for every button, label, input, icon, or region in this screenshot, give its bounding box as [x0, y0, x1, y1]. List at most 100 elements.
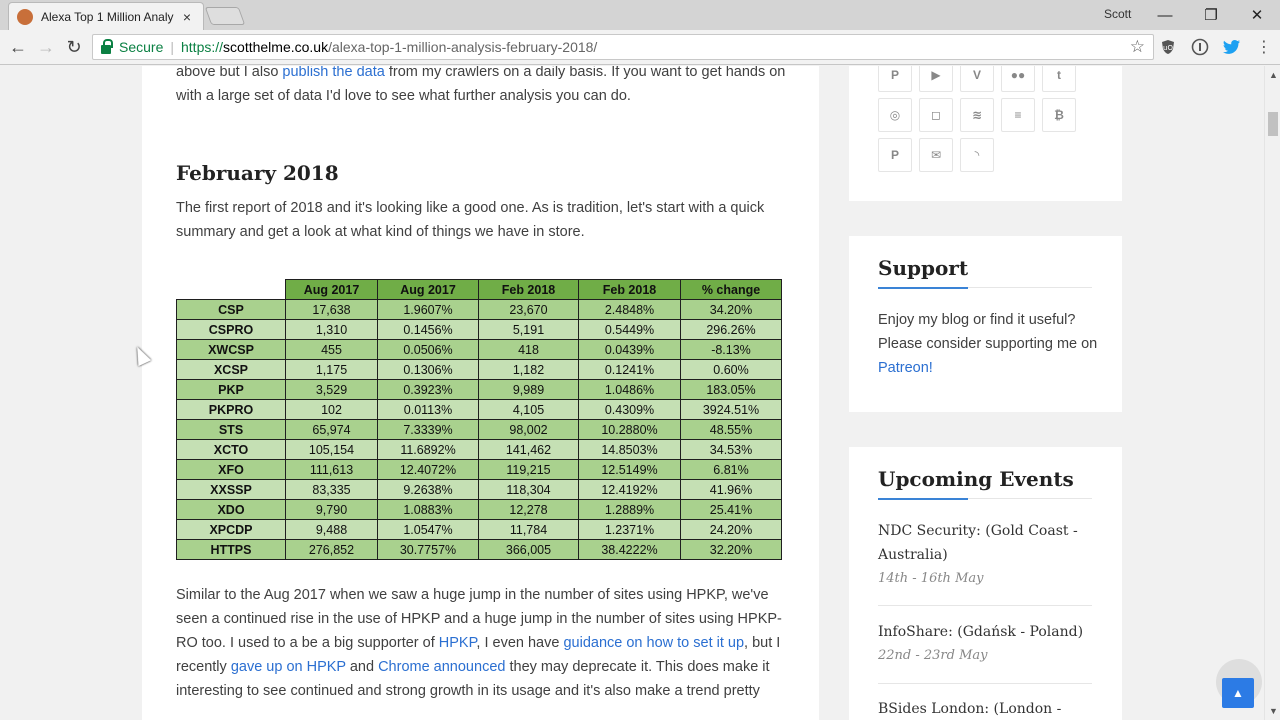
table-cell: 1.0486% [578, 379, 681, 400]
event-item[interactable]: InfoShare: (Gdańsk - Poland) 22nd - 23rd… [878, 620, 1092, 668]
column-header: Aug 2017 [285, 279, 378, 300]
twitter-extension-icon[interactable] [1222, 37, 1242, 57]
table-cell: 1,310 [285, 319, 378, 340]
table-cell: 12,278 [478, 499, 579, 520]
tab-close-icon[interactable]: × [179, 9, 195, 25]
table-cell: 7.3339% [377, 419, 479, 440]
table-cell: 141,462 [478, 439, 579, 460]
table-cell: 12.4192% [578, 479, 681, 500]
publish-data-link[interactable]: publish the data [282, 66, 384, 80]
minimize-button[interactable]: — [1142, 3, 1188, 27]
table-cell: 418 [478, 339, 579, 360]
bitcoin-icon[interactable]: ₿ [1042, 98, 1076, 132]
chrome-menu-icon[interactable]: ⋮ [1254, 37, 1274, 57]
table-cell: 1.2889% [578, 499, 681, 520]
back-to-top-button[interactable]: ▲ [1222, 678, 1254, 708]
tumblr-icon[interactable]: t [1042, 66, 1076, 92]
table-cell: 24.20% [680, 519, 782, 540]
browser-tab[interactable]: Alexa Top 1 Million Analy × [8, 2, 204, 30]
paypal-icon[interactable]: P [878, 138, 912, 172]
social-widget: P ▶ V ●● t ◎ ◻ ≋ ≡ ₿ P ✉ ◝ [849, 66, 1122, 201]
table-cell: 32.20% [680, 539, 782, 560]
ublock-extension-icon[interactable]: uO [1158, 37, 1178, 57]
patreon-link[interactable]: Patreon! [878, 360, 933, 376]
table-cell: 4,105 [478, 399, 579, 420]
address-bar[interactable]: Secure | https:// scotthelme.co.uk /alex… [92, 34, 1154, 60]
event-name: BSides London: (London - UK) [878, 701, 1062, 717]
column-header: Feb 2018 [478, 279, 579, 300]
intro-paragraph: above but I also publish the data from m… [176, 66, 786, 104]
profile-name[interactable]: Scott [1104, 7, 1131, 21]
row-label: CSPRO [176, 319, 286, 340]
gave-up-hpkp-link[interactable]: gave up on HPKP [231, 659, 346, 675]
column-header: % change [680, 279, 782, 300]
page-scrollbar[interactable]: ▲ ▼ [1264, 66, 1280, 720]
table-cell: 276,852 [285, 539, 378, 560]
close-window-button[interactable]: ✕ [1234, 3, 1280, 27]
table-row: PKP 3,529 0.3923% 9,989 1.0486% 183.05% [176, 379, 782, 400]
table-cell: 65,974 [285, 419, 378, 440]
support-text: Enjoy my blog or find it useful? Please … [878, 312, 1098, 376]
table-row: XWCSP 455 0.0506% 418 0.0439% -8.13% [176, 339, 782, 360]
table-row: PKPRO 102 0.0113% 4,105 0.4309% 3924.51% [176, 399, 782, 420]
section-heading: February 2018 [176, 161, 339, 185]
table-cell: 10.2880% [578, 419, 681, 440]
scroll-down-arrow-icon[interactable]: ▼ [1269, 706, 1278, 716]
github-icon[interactable]: ◎ [878, 98, 912, 132]
table-row: XPCDP 9,488 1.0547% 11,784 1.2371% 24.20% [176, 519, 782, 540]
email-icon[interactable]: ✉ [919, 138, 953, 172]
table-row: STS 65,974 7.3339% 98,002 10.2880% 48.55% [176, 419, 782, 440]
scroll-thumb[interactable] [1268, 112, 1278, 136]
pinterest-icon[interactable]: P [878, 66, 912, 92]
youtube-icon[interactable]: ▶ [919, 66, 953, 92]
reload-button[interactable]: ↻ [62, 36, 86, 58]
table-cell: 30.7757% [377, 539, 479, 560]
hpkp-guidance-link[interactable]: guidance on how to set it up [563, 635, 744, 651]
table-cell: 14.8503% [578, 439, 681, 460]
hpkp-link[interactable]: HPKP [439, 635, 477, 651]
table-cell: 111,613 [285, 459, 378, 480]
table-cell: 0.5449% [578, 319, 681, 340]
table-cell: 48.55% [680, 419, 782, 440]
password-manager-extension-icon[interactable] [1190, 37, 1210, 57]
events-widget: Upcoming Events NDC Security: (Gold Coas… [849, 447, 1122, 720]
restore-button[interactable]: ❐ [1188, 3, 1234, 27]
table-corner [176, 279, 286, 300]
instagram-icon[interactable]: ◻ [919, 98, 953, 132]
table-cell: -8.13% [680, 339, 782, 360]
row-label: CSP [176, 299, 286, 320]
row-label: XCTO [176, 439, 286, 460]
event-name: InfoShare: (Gdańsk - Poland) [878, 624, 1084, 640]
table-cell: 0.4309% [578, 399, 681, 420]
bookmark-star-icon[interactable]: ☆ [1130, 37, 1145, 57]
table-cell: 0.1456% [377, 319, 479, 340]
stackexchange-icon[interactable]: ≡ [1001, 98, 1035, 132]
vimeo-icon[interactable]: V [960, 66, 994, 92]
flickr-icon[interactable]: ●● [1001, 66, 1035, 92]
svg-text:uO: uO [1163, 44, 1173, 52]
row-label: XFO [176, 459, 286, 480]
chrome-announced-link[interactable]: Chrome announced [378, 659, 505, 675]
table-cell: 23,670 [478, 299, 579, 320]
event-item[interactable]: NDC Security: (Gold Coast - Australia) 1… [878, 519, 1092, 591]
forward-button[interactable]: → [34, 36, 58, 58]
table-cell: 6.81% [680, 459, 782, 480]
table-cell: 11.6892% [377, 439, 479, 460]
event-date: 22nd - 23rd May [878, 648, 988, 663]
table-cell: 17,638 [285, 299, 378, 320]
table-cell: 34.53% [680, 439, 782, 460]
table-cell: 12.5149% [578, 459, 681, 480]
event-item[interactable]: BSides London: (London - UK) [878, 697, 1092, 720]
new-tab-button[interactable] [204, 7, 246, 25]
table-cell: 118,304 [478, 479, 579, 500]
table-cell: 38.4222% [578, 539, 681, 560]
url-path: /alexa-top-1-million-analysis-february-2… [328, 39, 598, 55]
scroll-up-arrow-icon[interactable]: ▲ [1269, 70, 1278, 80]
rss-icon[interactable]: ◝ [960, 138, 994, 172]
stackoverflow-icon[interactable]: ≋ [960, 98, 994, 132]
row-label: XCSP [176, 359, 286, 380]
row-label: PKP [176, 379, 286, 400]
table-cell: 1.0547% [377, 519, 479, 540]
table-cell: 0.1306% [377, 359, 479, 380]
back-button[interactable]: ← [6, 36, 30, 58]
